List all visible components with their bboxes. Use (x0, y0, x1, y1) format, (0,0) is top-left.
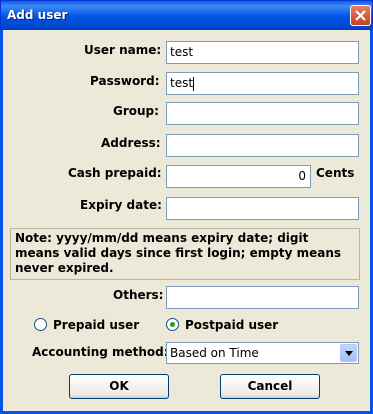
password-label: Password: (90, 74, 160, 88)
accounting-method-select[interactable]: Based on Time (166, 342, 359, 364)
postpaid-user-label[interactable]: Postpaid user (185, 318, 278, 332)
accounting-method-label: Accounting method: (32, 345, 169, 359)
radio-selected-dot (170, 322, 175, 327)
password-field[interactable]: test (166, 72, 359, 95)
window-frame-left (0, 30, 3, 414)
prepaid-user-label[interactable]: Prepaid user (53, 318, 139, 332)
text-caret (193, 76, 195, 91)
cents-unit-label: Cents (316, 166, 355, 180)
group-field[interactable] (166, 102, 359, 125)
prepaid-user-radio[interactable] (34, 318, 47, 331)
title-bar: Add user (0, 0, 373, 30)
others-label: Others: (113, 288, 164, 302)
expiry-note: Note: yyyy/mm/dd means expiry date; digi… (10, 228, 360, 280)
chevron-down-icon (345, 351, 353, 356)
password-value: test (170, 76, 194, 90)
cash-prepaid-label: Cash prepaid: (68, 166, 162, 180)
username-field[interactable]: test (166, 41, 359, 64)
others-field[interactable] (166, 286, 359, 309)
expiry-date-label: Expiry date: (80, 198, 162, 212)
close-icon (355, 10, 366, 21)
window-title: Add user (7, 8, 68, 22)
cancel-button[interactable]: Cancel (220, 374, 320, 399)
expiry-date-field[interactable] (166, 197, 359, 220)
cash-prepaid-field[interactable]: 0 (166, 165, 311, 188)
ok-button[interactable]: OK (69, 374, 169, 399)
address-field[interactable] (166, 134, 359, 157)
postpaid-user-radio[interactable] (166, 318, 179, 331)
accounting-method-value: Based on Time (170, 346, 259, 360)
username-label: User name: (84, 43, 162, 57)
dropdown-button[interactable] (340, 344, 357, 362)
address-label: Address: (101, 136, 161, 150)
group-label: Group: (113, 104, 159, 118)
close-button[interactable] (350, 5, 371, 26)
